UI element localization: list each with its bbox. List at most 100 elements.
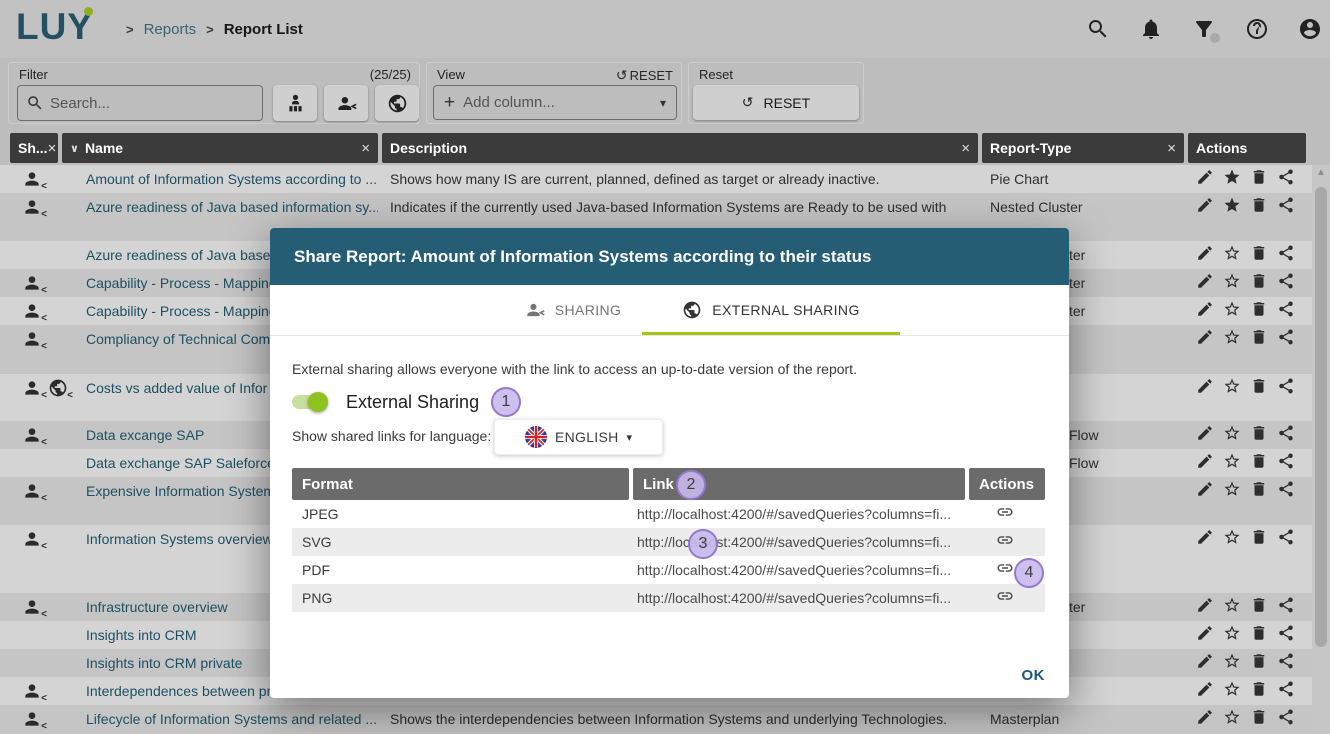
close-icon[interactable]: × bbox=[361, 140, 370, 157]
scroll-up-icon[interactable]: ▲ bbox=[1312, 167, 1330, 178]
edit-button[interactable] bbox=[1196, 452, 1218, 474]
edit-button[interactable] bbox=[1196, 528, 1218, 550]
add-column-input[interactable] bbox=[463, 94, 652, 111]
edit-button[interactable] bbox=[1196, 596, 1218, 618]
favorite-button[interactable] bbox=[1223, 480, 1245, 502]
favorite-button[interactable] bbox=[1223, 708, 1245, 730]
edit-button[interactable] bbox=[1196, 272, 1218, 294]
ok-button[interactable]: OK bbox=[1022, 667, 1046, 684]
scrollbar-thumb[interactable] bbox=[1315, 187, 1327, 647]
link-url[interactable]: http://localhost:4200/#/savedQueries?col… bbox=[629, 506, 965, 522]
edit-button[interactable] bbox=[1196, 377, 1218, 399]
copy-link-button[interactable] bbox=[965, 587, 1045, 610]
account-icon[interactable] bbox=[1298, 17, 1322, 41]
delete-button[interactable] bbox=[1250, 708, 1272, 730]
sort-desc-icon[interactable]: ∨ bbox=[70, 142, 79, 155]
favorite-button[interactable] bbox=[1223, 328, 1245, 350]
report-name-link[interactable]: Amount of Information Systems according … bbox=[86, 171, 378, 187]
edit-button[interactable] bbox=[1196, 168, 1218, 190]
share-button[interactable] bbox=[1277, 168, 1299, 190]
column-header-description[interactable]: Description× bbox=[382, 133, 978, 163]
edit-button[interactable] bbox=[1196, 328, 1218, 350]
edit-button[interactable] bbox=[1196, 196, 1218, 218]
share-button[interactable] bbox=[1277, 328, 1299, 350]
share-button[interactable] bbox=[1277, 452, 1299, 474]
delete-button[interactable] bbox=[1250, 680, 1272, 702]
edit-button[interactable] bbox=[1196, 424, 1218, 446]
delete-button[interactable] bbox=[1250, 328, 1272, 350]
favorite-button[interactable] bbox=[1223, 196, 1245, 218]
delete-button[interactable] bbox=[1250, 596, 1272, 618]
share-button[interactable] bbox=[1277, 708, 1299, 730]
share-button[interactable] bbox=[1277, 480, 1299, 502]
external-sharing-toggle[interactable] bbox=[292, 392, 328, 412]
edit-button[interactable] bbox=[1196, 624, 1218, 646]
delete-button[interactable] bbox=[1250, 300, 1272, 322]
share-button[interactable] bbox=[1277, 624, 1299, 646]
favorite-button[interactable] bbox=[1223, 168, 1245, 190]
tab-sharing[interactable]: SHARING bbox=[488, 285, 658, 335]
favorite-button[interactable] bbox=[1223, 624, 1245, 646]
help-icon[interactable] bbox=[1245, 17, 1269, 41]
favorite-button[interactable] bbox=[1223, 300, 1245, 322]
filter-my-reports-button[interactable] bbox=[273, 85, 317, 121]
share-button[interactable] bbox=[1277, 652, 1299, 674]
filter-shared-reports-button[interactable] bbox=[324, 85, 368, 121]
delete-button[interactable] bbox=[1250, 196, 1272, 218]
edit-button[interactable] bbox=[1196, 300, 1218, 322]
share-button[interactable] bbox=[1277, 596, 1299, 618]
share-button[interactable] bbox=[1277, 300, 1299, 322]
search-icon[interactable] bbox=[1086, 17, 1110, 41]
delete-button[interactable] bbox=[1250, 452, 1272, 474]
share-button[interactable] bbox=[1277, 272, 1299, 294]
delete-button[interactable] bbox=[1250, 480, 1272, 502]
close-icon[interactable]: × bbox=[48, 140, 57, 157]
add-column-select[interactable]: + ▾ bbox=[433, 85, 677, 120]
edit-button[interactable] bbox=[1196, 708, 1218, 730]
share-button[interactable] bbox=[1277, 377, 1299, 399]
delete-button[interactable] bbox=[1250, 652, 1272, 674]
edit-button[interactable] bbox=[1196, 244, 1218, 266]
delete-button[interactable] bbox=[1250, 624, 1272, 646]
delete-button[interactable] bbox=[1250, 244, 1272, 266]
link-url[interactable]: http://localhost:4200/#/savedQueries?col… bbox=[629, 562, 965, 578]
report-name-link[interactable]: Lifecycle of Information Systems and rel… bbox=[86, 711, 378, 727]
link-url[interactable]: http://localhost:4200/#/savedQueries?col… bbox=[629, 590, 965, 606]
edit-button[interactable] bbox=[1196, 480, 1218, 502]
link-url[interactable]: http://localhost:4200/#/savedQueries?col… bbox=[629, 534, 965, 550]
edit-button[interactable] bbox=[1196, 652, 1218, 674]
share-button[interactable] bbox=[1277, 680, 1299, 702]
vertical-scrollbar[interactable]: ▲ bbox=[1312, 165, 1330, 734]
filter-icon[interactable] bbox=[1192, 17, 1216, 41]
delete-button[interactable] bbox=[1250, 528, 1272, 550]
share-button[interactable] bbox=[1277, 424, 1299, 446]
copy-link-button[interactable] bbox=[965, 531, 1045, 554]
favorite-button[interactable] bbox=[1223, 244, 1245, 266]
close-icon[interactable]: × bbox=[1167, 140, 1176, 157]
notifications-icon[interactable] bbox=[1139, 17, 1163, 41]
luy-logo[interactable]: LUY bbox=[16, 6, 93, 48]
favorite-button[interactable] bbox=[1223, 377, 1245, 399]
column-header-sharing[interactable]: Sh...× bbox=[10, 133, 58, 163]
reset-button[interactable]: ↺RESET bbox=[693, 85, 859, 120]
delete-button[interactable] bbox=[1250, 424, 1272, 446]
tab-external-sharing[interactable]: EXTERNAL SHARING bbox=[642, 285, 900, 335]
favorite-button[interactable] bbox=[1223, 528, 1245, 550]
share-button[interactable] bbox=[1277, 528, 1299, 550]
column-header-report-type[interactable]: Report-Type× bbox=[982, 133, 1184, 163]
favorite-button[interactable] bbox=[1223, 452, 1245, 474]
share-button[interactable] bbox=[1277, 196, 1299, 218]
share-button[interactable] bbox=[1277, 244, 1299, 266]
copy-link-button[interactable] bbox=[965, 503, 1045, 526]
search-input[interactable] bbox=[50, 95, 254, 112]
favorite-button[interactable] bbox=[1223, 652, 1245, 674]
delete-button[interactable] bbox=[1250, 377, 1272, 399]
filter-external-reports-button[interactable] bbox=[375, 85, 419, 121]
report-name-link[interactable]: Azure readiness of Java based informatio… bbox=[86, 199, 378, 215]
favorite-button[interactable] bbox=[1223, 272, 1245, 294]
delete-button[interactable] bbox=[1250, 168, 1272, 190]
view-reset-button[interactable]: ↺RESET bbox=[616, 67, 673, 84]
column-header-name[interactable]: ∨ Name× bbox=[62, 133, 378, 163]
delete-button[interactable] bbox=[1250, 272, 1272, 294]
favorite-button[interactable] bbox=[1223, 424, 1245, 446]
